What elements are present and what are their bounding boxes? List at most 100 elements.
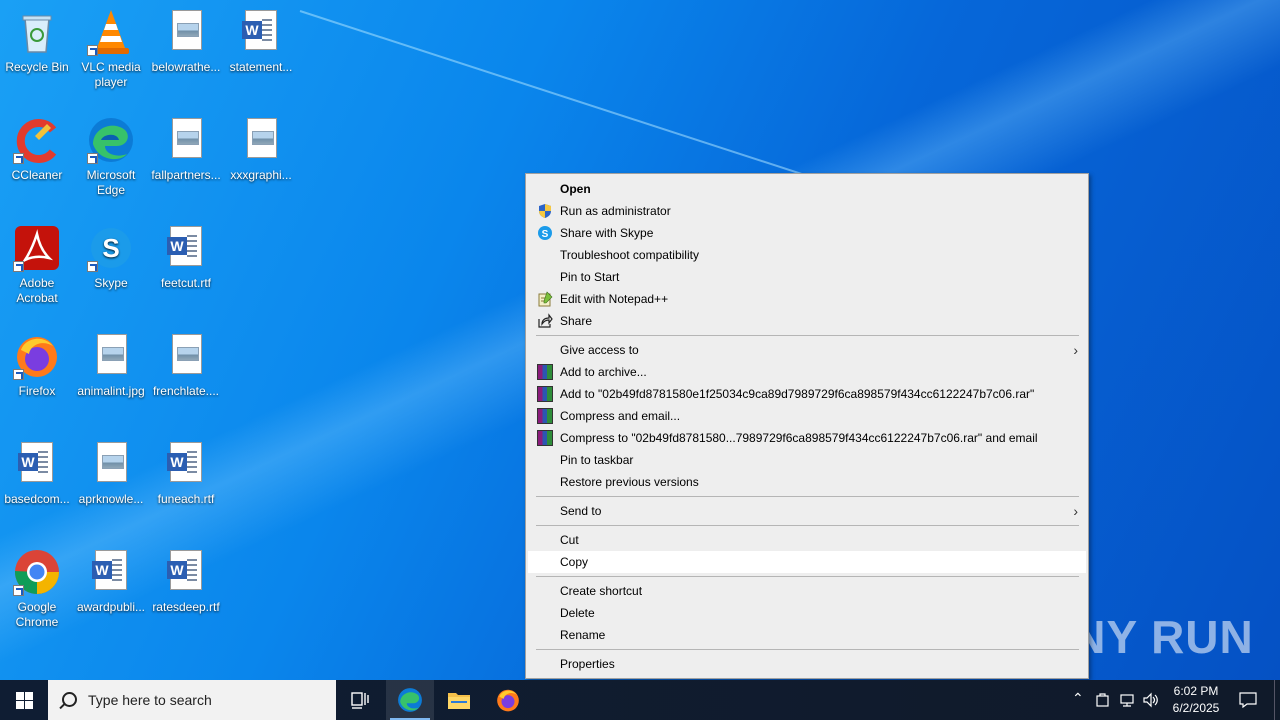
menu-item-cut[interactable]: Cut [528, 529, 1086, 551]
menu-item-compress-to-rar-and-email[interactable]: Compress to "02b49fd8781580...7989729f6c… [528, 427, 1086, 449]
tray-clock[interactable]: 6:02 PM 6/2/2025 [1164, 680, 1228, 720]
desktop-icon-microsoft-edge[interactable]: Microsoft Edge [74, 116, 148, 198]
desktop-icon-firefox[interactable]: Firefox [0, 332, 74, 399]
desktop-icon-label: ratesdeep.rtf [152, 600, 220, 614]
desktop-icon-fallpartners[interactable]: fallpartners... [149, 116, 223, 183]
desktop-icon-xxxgraphi[interactable]: xxxgraphi... [224, 116, 298, 183]
desktop-icon-label: feetcut.rtf [160, 276, 212, 290]
ccleaner-icon [13, 116, 61, 164]
image-file-icon [87, 440, 135, 488]
desktop-icon-recycle-bin[interactable]: Recycle Bin [0, 8, 74, 75]
image-file-icon [162, 8, 210, 56]
share-icon [538, 313, 553, 328]
desktop-icon-statement[interactable]: W statement... [224, 8, 298, 75]
menu-item-create-shortcut[interactable]: Create shortcut [528, 580, 1086, 602]
svg-text:S: S [542, 229, 549, 240]
menu-item-give-access-to[interactable]: Give access to › [528, 339, 1086, 361]
menu-item-run-as-administrator[interactable]: Run as administrator [528, 200, 1086, 222]
menu-item-pin-to-start[interactable]: Pin to Start [528, 266, 1086, 288]
menu-item-edit-with-notepadpp[interactable]: Edit with Notepad++ [528, 288, 1086, 310]
desktop-icon-awardpubli[interactable]: W awardpubli... [74, 548, 148, 615]
menu-item-add-to-rar[interactable]: Add to "02b49fd8781580e1f25034c9ca89d798… [528, 383, 1086, 405]
taskbar-file-explorer-button[interactable] [435, 680, 483, 720]
tray-volume-button[interactable] [1140, 680, 1162, 720]
shortcut-arrow-icon [13, 153, 24, 164]
menu-item-label: Compress to "02b49fd8781580...7989729f6c… [560, 431, 1038, 445]
menu-item-label: Send to [560, 504, 602, 518]
desktop-icon-ccleaner[interactable]: CCleaner [0, 116, 74, 183]
taskbar-firefox-button[interactable] [484, 680, 532, 720]
menu-item-label: Compress and email... [560, 409, 681, 423]
menu-item-properties[interactable]: Properties [528, 653, 1086, 675]
menu-item-label: Troubleshoot compatibility [560, 248, 699, 262]
menu-item-troubleshoot-compatibility[interactable]: Troubleshoot compatibility [528, 244, 1086, 266]
menu-item-compress-and-email[interactable]: Compress and email... [528, 405, 1086, 427]
word-doc-icon: W [162, 224, 210, 272]
word-doc-icon: W [13, 440, 61, 488]
image-file-icon [237, 116, 285, 164]
skype-icon: S [538, 226, 552, 240]
show-desktop-button[interactable] [1274, 680, 1280, 720]
desktop-icon-animalint[interactable]: animalint.jpg [74, 332, 148, 399]
search-icon [62, 692, 77, 707]
menu-separator [536, 576, 1079, 577]
menu-item-label: Copy [560, 555, 589, 569]
taskbar-search-box[interactable]: Type here to search [48, 680, 336, 720]
desktop-icon-label: frenchlate.... [152, 384, 220, 398]
menu-item-copy[interactable]: Copy [528, 551, 1086, 573]
desktop-icon-basedcom[interactable]: W basedcom... [0, 440, 74, 507]
notepadpp-icon [538, 291, 553, 307]
menu-separator [536, 525, 1079, 526]
menu-item-rename[interactable]: Rename [528, 624, 1086, 646]
menu-item-add-to-archive[interactable]: Add to archive... [528, 361, 1086, 383]
menu-item-label: Create shortcut [560, 584, 643, 598]
start-button[interactable] [0, 680, 48, 720]
tray-network-button[interactable] [1116, 680, 1138, 720]
vlc-icon [87, 8, 135, 56]
desktop-icon-skype[interactable]: S Skype [74, 224, 148, 291]
clock-date: 6/2/2025 [1172, 701, 1220, 715]
menu-item-label: Rename [560, 628, 606, 642]
show-hidden-icons-button[interactable]: ⌃ [1068, 680, 1088, 720]
menu-item-open[interactable]: Open [528, 178, 1086, 200]
desktop-icon-google-chrome[interactable]: Google Chrome [0, 548, 74, 630]
menu-item-label: Pin to Start [560, 270, 620, 284]
desktop-icon-frenchlate[interactable]: frenchlate.... [149, 332, 223, 399]
menu-separator [536, 496, 1079, 497]
menu-item-send-to[interactable]: Send to › [528, 500, 1086, 522]
edge-icon [398, 688, 422, 712]
desktop-icon-belowrathe[interactable]: belowrathe... [149, 8, 223, 75]
menu-item-restore-previous-versions[interactable]: Restore previous versions [528, 471, 1086, 493]
desktop-icon-feetcut[interactable]: W feetcut.rtf [149, 224, 223, 291]
menu-item-delete[interactable]: Delete [528, 602, 1086, 624]
menu-item-label: Cut [560, 533, 579, 547]
menu-item-label: Open [560, 182, 591, 196]
clock-time: 6:02 PM [1173, 684, 1219, 698]
desktop-icon-label: VLC media player [81, 60, 141, 89]
desktop-icon-vlc[interactable]: VLC media player [74, 8, 148, 90]
menu-item-label: Give access to [560, 343, 639, 357]
desktop-icon-ratesdeep[interactable]: W ratesdeep.rtf [149, 548, 223, 615]
firefox-icon [13, 332, 61, 380]
image-file-icon [162, 332, 210, 380]
svg-text:S: S [102, 233, 119, 263]
menu-item-share[interactable]: Share [528, 310, 1086, 332]
shortcut-arrow-icon [13, 369, 24, 380]
menu-item-share-with-skype[interactable]: S Share with Skype [528, 222, 1086, 244]
desktop-icon-aprknowle[interactable]: aprknowle... [74, 440, 148, 507]
desktop-icon-label: awardpubli... [76, 600, 146, 614]
task-view-button[interactable] [336, 680, 384, 720]
desktop-icon-funeach[interactable]: W funeach.rtf [149, 440, 223, 507]
security-icon [1096, 693, 1109, 707]
menu-item-pin-to-taskbar[interactable]: Pin to taskbar [528, 449, 1086, 471]
desktop-icon-label: aprknowle... [78, 492, 144, 506]
tray-defender-button[interactable] [1092, 680, 1114, 720]
desktop-icon-adobe-acrobat[interactable]: Adobe Acrobat [0, 224, 74, 306]
desktop-icon-label: xxxgraphi... [230, 168, 292, 182]
desktop[interactable]: Recycle Bin CCleaner Adobe Acrobat Firef… [0, 0, 1280, 680]
shortcut-arrow-icon [13, 585, 24, 596]
shortcut-arrow-icon [87, 153, 98, 164]
acrobat-icon [13, 224, 61, 272]
taskbar-edge-button[interactable] [386, 680, 434, 720]
action-center-button[interactable] [1232, 680, 1266, 720]
